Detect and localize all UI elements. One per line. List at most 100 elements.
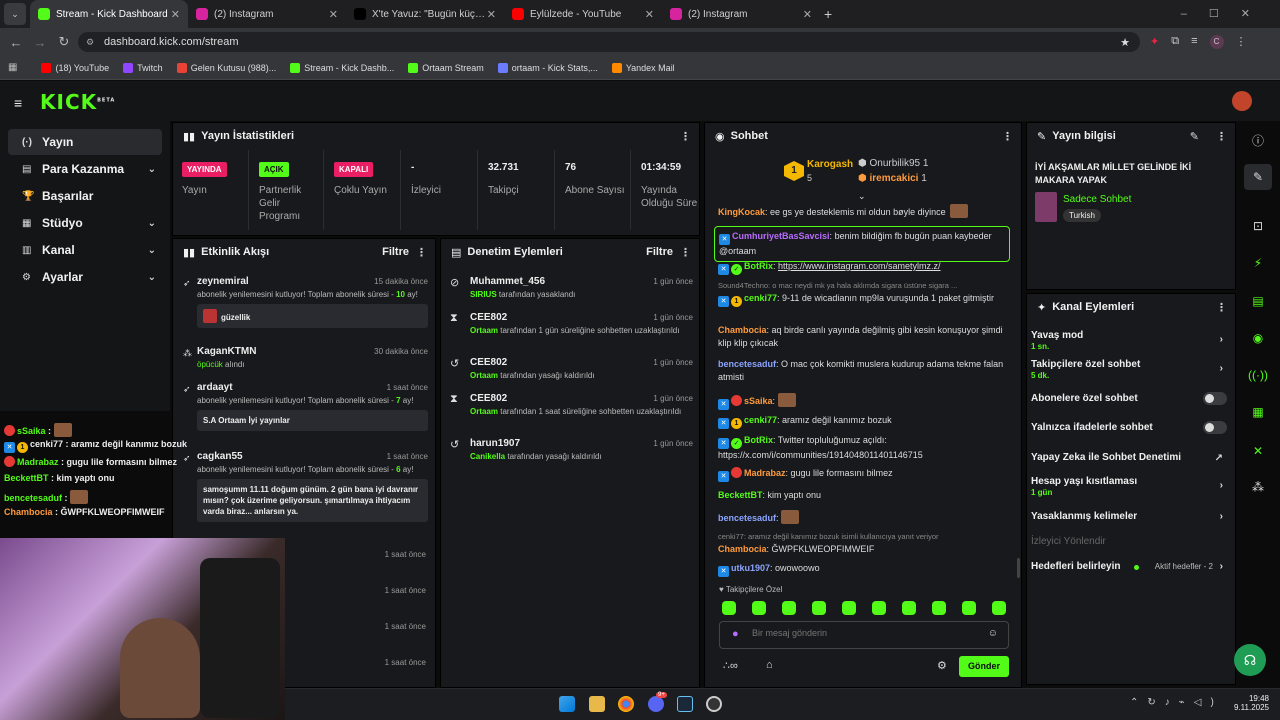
chevron-right-icon[interactable]: › <box>1220 511 1223 522</box>
chevron-down-icon[interactable]: ⌄ <box>148 218 156 229</box>
chevron-down-icon[interactable]: ⌄ <box>148 245 156 256</box>
chat-username[interactable]: utku1907 <box>731 563 770 573</box>
panel-menu-icon[interactable]: ⋮ <box>680 130 691 143</box>
panel-menu-icon[interactable]: ⋮ <box>1002 130 1013 143</box>
chat-message-input[interactable] <box>752 628 972 638</box>
bookmark-item[interactable]: ortaam - Kick Stats,... <box>497 62 598 73</box>
reply-context[interactable]: cenki77: aramız değil kanımız bozuk isim… <box>718 530 1008 543</box>
sidebar-item[interactable]: ⚙ Ayarlar ⌄ <box>8 264 162 290</box>
event-item[interactable]: ➶ ardaayt 1 saat önce abonelik yenilemesini… <box>183 382 428 431</box>
tab-close-icon[interactable]: ✕ <box>487 8 496 21</box>
chat-message[interactable]: Chambocia: aq birde canlı yayında değilm… <box>718 324 1008 350</box>
emote-icon[interactable] <box>722 601 736 615</box>
panel-menu-icon[interactable]: ⋮ <box>1216 301 1227 314</box>
channel-action-item[interactable]: Yapay Zeka ile Sohbet Denetimi ↗ <box>1031 452 1227 464</box>
chat-message[interactable]: bencetesaduf: <box>718 510 1008 525</box>
tools-rail-icon[interactable]: ✕ <box>1244 438 1272 464</box>
chat-message[interactable]: ✕ ✓ BotRix: Twitter topluluğumuz açıldı: h… <box>718 434 1008 462</box>
moderator-name[interactable]: Ortaam <box>470 407 498 416</box>
sidebar-item[interactable]: 🏆 Başarılar <box>8 183 162 209</box>
browser-menu-icon[interactable]: ⋮ <box>1236 35 1247 49</box>
moderation-item[interactable]: ⧗ CEE802 1 gün önce Ortaam tarafından 1 gün… <box>450 312 693 336</box>
event-item[interactable]: ➶ zeynemiral 15 dakika önce abonelik yenile… <box>183 276 428 328</box>
chat-username[interactable]: cenki77 <box>744 415 777 425</box>
browser-tab[interactable]: X'te Yavuz: "Bugün küçük bir ya✕ <box>346 0 504 28</box>
chat-message[interactable]: ✕ CumhuriyetBasSavcisi: benim bildiğim fb… <box>714 226 1010 262</box>
tab-close-icon[interactable]: ✕ <box>171 8 180 21</box>
chat-message[interactable]: bencetesaduf: O mac çok komikti muslera … <box>718 358 1008 384</box>
moderator-name[interactable]: Ortaam <box>470 326 498 335</box>
toggle-switch[interactable] <box>1203 421 1227 434</box>
channel-action-item[interactable]: Takipçilere özel sohbet 5 dk. › <box>1031 359 1227 380</box>
emote-icon[interactable] <box>962 601 976 615</box>
lightning-rail-icon[interactable]: ⚡ <box>1244 250 1272 276</box>
browser-tab[interactable]: (2) Instagram ✕ <box>662 0 820 28</box>
moderation-item[interactable]: ↺ harun1907 1 gün önce Canikella tarafından… <box>450 438 693 462</box>
file-explorer-icon[interactable] <box>589 696 605 712</box>
site-info-icon[interactable]: ⚙ <box>86 37 94 48</box>
info-icon[interactable]: ⓘ <box>1244 128 1272 154</box>
toggle-switch[interactable] <box>1203 392 1227 405</box>
reply-context[interactable]: Sound4Techno: o mac neydi mk ya hala akl… <box>718 279 1008 292</box>
system-tray-icons[interactable]: ⌃↻♪⌁◁) <box>1130 697 1223 708</box>
chat-username[interactable]: Chambocia <box>718 544 767 554</box>
edit-icon[interactable]: ✎ <box>1190 130 1199 143</box>
tab-search-button[interactable]: ⌄ <box>4 3 26 25</box>
bookmark-item[interactable]: (18) YouTube <box>41 62 109 73</box>
external-link-icon[interactable]: ↗ <box>1215 453 1223 464</box>
chat-message[interactable]: ✕ sSaika: <box>718 393 1008 410</box>
language-tag[interactable]: Turkish <box>1063 209 1101 222</box>
windows-start-icon[interactable] <box>559 696 575 712</box>
chat-username[interactable]: sSaika <box>744 396 773 406</box>
channel-action-item[interactable]: Yasaklanmış kelimeler › <box>1031 511 1227 522</box>
filter-button[interactable]: Filtre <box>382 246 409 258</box>
chat-username[interactable]: BotRix <box>744 435 773 445</box>
profile-avatar[interactable]: C <box>1209 35 1224 49</box>
chat-message[interactable]: Sound4Techno: o mac neydi mk ya hala akl… <box>718 279 1008 307</box>
back-button[interactable]: ← <box>4 35 28 50</box>
edit-layout-icon[interactable]: ✎ <box>1244 164 1272 190</box>
chat-message[interactable]: cenki77: aramız değil kanımız bozuk isim… <box>718 530 1008 556</box>
channel-action-item[interactable]: Hedefleri belirleyin › Aktif hedefler - 2 <box>1031 561 1227 572</box>
chat-username[interactable]: BotRix <box>744 261 773 271</box>
hamburger-menu-icon[interactable]: ≡ <box>14 95 22 111</box>
bookmark-item[interactable]: Twitch <box>123 62 163 73</box>
emote-icon[interactable] <box>902 601 916 615</box>
chevron-down-icon[interactable]: ⌄ <box>148 164 156 175</box>
clock[interactable]: 19:48 9.11.2025 <box>1233 694 1269 712</box>
chat-username[interactable]: Chambocia <box>718 325 767 335</box>
channel-action-item[interactable]: Hesap yaşı kısıtlaması 1 gün › <box>1031 476 1227 497</box>
broadcast-rail-icon[interactable]: ((·)) <box>1244 362 1272 388</box>
sidebar-item[interactable]: (·) Yayın <box>8 129 162 155</box>
chat-username[interactable]: bencetesaduf <box>718 513 776 523</box>
moderation-item[interactable]: ⊘ Muhammet_456 1 gün önce SIRIUS tarafından… <box>450 276 693 300</box>
user-avatar[interactable] <box>1232 91 1252 111</box>
chat-username[interactable]: cenki77 <box>744 293 777 303</box>
apps-grid-icon[interactable]: ▦ <box>8 62 17 73</box>
crop-icon[interactable]: ⊡ <box>1244 213 1272 239</box>
emote-icon[interactable] <box>992 601 1006 615</box>
address-bar[interactable]: ⚙ dashboard.kick.com/stream ★ <box>78 32 1140 52</box>
moderation-item[interactable]: ⧗ CEE802 1 gün önce Ortaam tarafından 1 saa… <box>450 393 693 417</box>
collapse-chevron-icon[interactable]: ⌄ <box>858 191 866 202</box>
forward-button[interactable]: → <box>28 35 52 50</box>
sidebar-item[interactable]: ▦ Stüdyo ⌄ <box>8 210 162 236</box>
category-thumbnail[interactable] <box>1035 192 1057 222</box>
chevron-right-icon[interactable]: › <box>1220 561 1223 572</box>
document-rail-icon[interactable]: ▤ <box>1244 288 1272 314</box>
emote-icon[interactable] <box>872 601 886 615</box>
moderator-name[interactable]: SIRIUS <box>470 290 497 299</box>
filter-button[interactable]: Filtre <box>646 246 673 258</box>
moderation-item[interactable]: ↺ CEE802 1 gün önce Ortaam tarafından yasağ… <box>450 357 693 381</box>
moderator-name[interactable]: Canikella <box>470 452 505 461</box>
microphone-icon[interactable]: ● <box>732 628 739 640</box>
emote-icon[interactable] <box>752 601 766 615</box>
moderator-name[interactable]: Ortaam <box>470 371 498 380</box>
chevron-right-icon[interactable]: › <box>1220 480 1223 491</box>
emote-icon[interactable] <box>782 601 796 615</box>
leader-first-name[interactable]: Karogash <box>807 159 853 170</box>
chat-message[interactable]: ✕ 1 cenki77: aramız değil kanımız bozuk <box>718 414 1008 429</box>
leader-second-name[interactable]: Onurbilik95 <box>870 158 921 169</box>
media-control-icon[interactable]: ≡ <box>1191 35 1197 49</box>
bookmark-star-icon[interactable]: ★ <box>1120 36 1130 49</box>
